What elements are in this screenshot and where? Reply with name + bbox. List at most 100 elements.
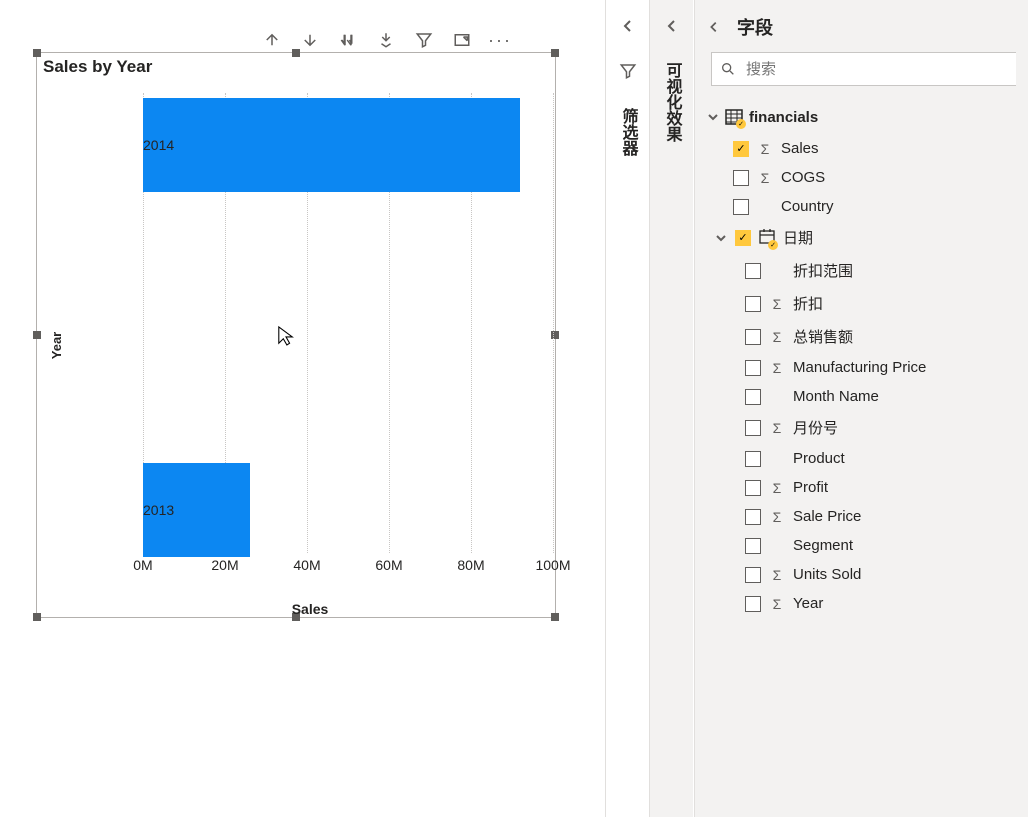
field-label: Units Sold bbox=[793, 566, 861, 583]
field-label: 月份号 bbox=[793, 417, 838, 438]
field-row[interactable]: Σ Sales bbox=[729, 134, 1022, 163]
table-icon bbox=[725, 108, 743, 126]
field-checkbox[interactable] bbox=[733, 199, 749, 215]
resize-handle[interactable] bbox=[33, 331, 41, 339]
field-row[interactable]: Country bbox=[729, 192, 1022, 221]
search-icon bbox=[720, 61, 736, 77]
focus-mode-icon[interactable] bbox=[450, 28, 474, 52]
next-level-icon[interactable] bbox=[374, 28, 398, 52]
sigma-icon: Σ bbox=[769, 360, 785, 376]
field-checkbox[interactable] bbox=[745, 538, 761, 554]
field-row[interactable]: 折扣范围 bbox=[729, 254, 1022, 287]
field-checkbox[interactable] bbox=[733, 141, 749, 157]
field-row[interactable]: Σ Sale Price bbox=[729, 502, 1022, 531]
field-row[interactable]: Month Name bbox=[729, 382, 1022, 411]
field-checkbox[interactable] bbox=[745, 296, 761, 312]
field-label: Manufacturing Price bbox=[793, 359, 926, 376]
bar-chart-visual[interactable]: Sales by Year Year Sales 0M20M40M60M80M1… bbox=[36, 52, 556, 618]
chevron-left-icon[interactable] bbox=[620, 18, 636, 34]
x-tick-label: 100M bbox=[535, 557, 570, 573]
filters-pane-label: 筛选器 bbox=[616, 108, 640, 156]
caret-down-icon[interactable] bbox=[715, 232, 727, 244]
field-label: Year bbox=[793, 595, 823, 612]
field-checkbox[interactable] bbox=[745, 596, 761, 612]
fields-pane-title: 字段 bbox=[737, 14, 773, 40]
resize-handle[interactable] bbox=[292, 49, 300, 57]
x-axis-title: Sales bbox=[292, 601, 329, 617]
field-label: 折扣 bbox=[793, 293, 823, 314]
report-canvas[interactable]: ··· Sales by Year Year Sales 0M20M40M60M… bbox=[0, 0, 600, 817]
field-label: 日期 bbox=[783, 227, 813, 248]
x-tick-label: 60M bbox=[375, 557, 402, 573]
field-row[interactable]: Σ 折扣 bbox=[729, 287, 1022, 320]
field-checkbox[interactable] bbox=[745, 329, 761, 345]
x-tick-label: 20M bbox=[211, 557, 238, 573]
drill-down-icon[interactable] bbox=[298, 28, 322, 52]
field-row[interactable]: Σ Units Sold bbox=[729, 560, 1022, 589]
field-checkbox[interactable] bbox=[745, 420, 761, 436]
sigma-icon: Σ bbox=[769, 596, 785, 612]
filters-pane-collapsed[interactable]: 筛选器 bbox=[605, 0, 649, 817]
filter-icon bbox=[619, 62, 637, 80]
y-axis-title: Year bbox=[49, 332, 64, 359]
sigma-icon: Σ bbox=[757, 141, 773, 157]
fields-pane-header[interactable]: 字段 bbox=[695, 8, 1028, 52]
more-options-icon[interactable]: ··· bbox=[488, 30, 512, 51]
field-row[interactable]: Σ 总销售额 bbox=[729, 320, 1022, 353]
field-row[interactable]: Σ Manufacturing Price bbox=[729, 353, 1022, 382]
sigma-icon: Σ bbox=[769, 329, 785, 345]
field-list: Σ Sales ΣCOGS Country 日期折扣范围 Σ 折扣 Σ 总销售额 Σ Manufac… bbox=[695, 132, 1028, 624]
field-label: Sales bbox=[781, 140, 819, 157]
visualizations-pane-collapsed[interactable]: 可视化效果 bbox=[649, 0, 693, 817]
field-checkbox[interactable] bbox=[745, 480, 761, 496]
x-tick-label: 40M bbox=[293, 557, 320, 573]
field-label: Profit bbox=[793, 479, 828, 496]
chevron-left-icon[interactable] bbox=[664, 18, 680, 34]
field-row[interactable]: Product bbox=[729, 444, 1022, 473]
resize-handle[interactable] bbox=[33, 613, 41, 621]
sigma-icon: Σ bbox=[769, 420, 785, 436]
table-financials-header[interactable]: financials bbox=[695, 102, 1028, 132]
drill-up-icon[interactable] bbox=[260, 28, 284, 52]
field-row[interactable]: Σ Profit bbox=[729, 473, 1022, 502]
field-row[interactable]: 日期 bbox=[729, 221, 1022, 254]
field-checkbox[interactable] bbox=[745, 451, 761, 467]
resize-handle[interactable] bbox=[551, 613, 559, 621]
bar[interactable] bbox=[143, 98, 520, 192]
field-row[interactable]: Σ Year bbox=[729, 589, 1022, 618]
field-checkbox[interactable] bbox=[745, 263, 761, 279]
field-checkbox[interactable] bbox=[745, 360, 761, 376]
field-label: Product bbox=[793, 450, 845, 467]
sigma-icon: Σ bbox=[769, 567, 785, 583]
calendar-icon bbox=[759, 228, 775, 247]
field-label: 总销售额 bbox=[793, 326, 853, 347]
chevron-left-icon[interactable] bbox=[707, 20, 721, 34]
sigma-icon: Σ bbox=[757, 170, 773, 186]
filter-icon[interactable] bbox=[412, 28, 436, 52]
expand-all-icon[interactable] bbox=[336, 28, 360, 52]
field-checkbox[interactable] bbox=[745, 509, 761, 525]
visualizations-pane-label: 可视化效果 bbox=[660, 62, 684, 142]
resize-handle[interactable] bbox=[33, 49, 41, 57]
caret-down-icon bbox=[707, 111, 719, 123]
table-name: financials bbox=[749, 109, 818, 126]
field-label: Sale Price bbox=[793, 508, 861, 525]
sigma-icon: Σ bbox=[769, 296, 785, 312]
field-row[interactable]: Σ 月份号 bbox=[729, 411, 1022, 444]
sigma-icon: Σ bbox=[769, 480, 785, 496]
field-label: 折扣范围 bbox=[793, 260, 853, 281]
field-checkbox[interactable] bbox=[733, 170, 749, 186]
fields-search-input[interactable] bbox=[744, 60, 1008, 79]
sigma-icon: Σ bbox=[769, 509, 785, 525]
x-tick-label: 0M bbox=[133, 557, 152, 573]
field-row[interactable]: ΣCOGS bbox=[729, 163, 1022, 192]
resize-handle[interactable] bbox=[551, 49, 559, 57]
field-checkbox[interactable] bbox=[745, 567, 761, 583]
fields-search-box[interactable] bbox=[711, 52, 1016, 86]
field-checkbox[interactable] bbox=[745, 389, 761, 405]
field-label: Country bbox=[781, 198, 834, 215]
fields-pane: 字段 financials ΣSalesΣCOGSCountry日期折扣范围Σ折… bbox=[694, 0, 1028, 817]
field-checkbox[interactable] bbox=[735, 230, 751, 246]
field-label: Segment bbox=[793, 537, 853, 554]
field-row[interactable]: Segment bbox=[729, 531, 1022, 560]
